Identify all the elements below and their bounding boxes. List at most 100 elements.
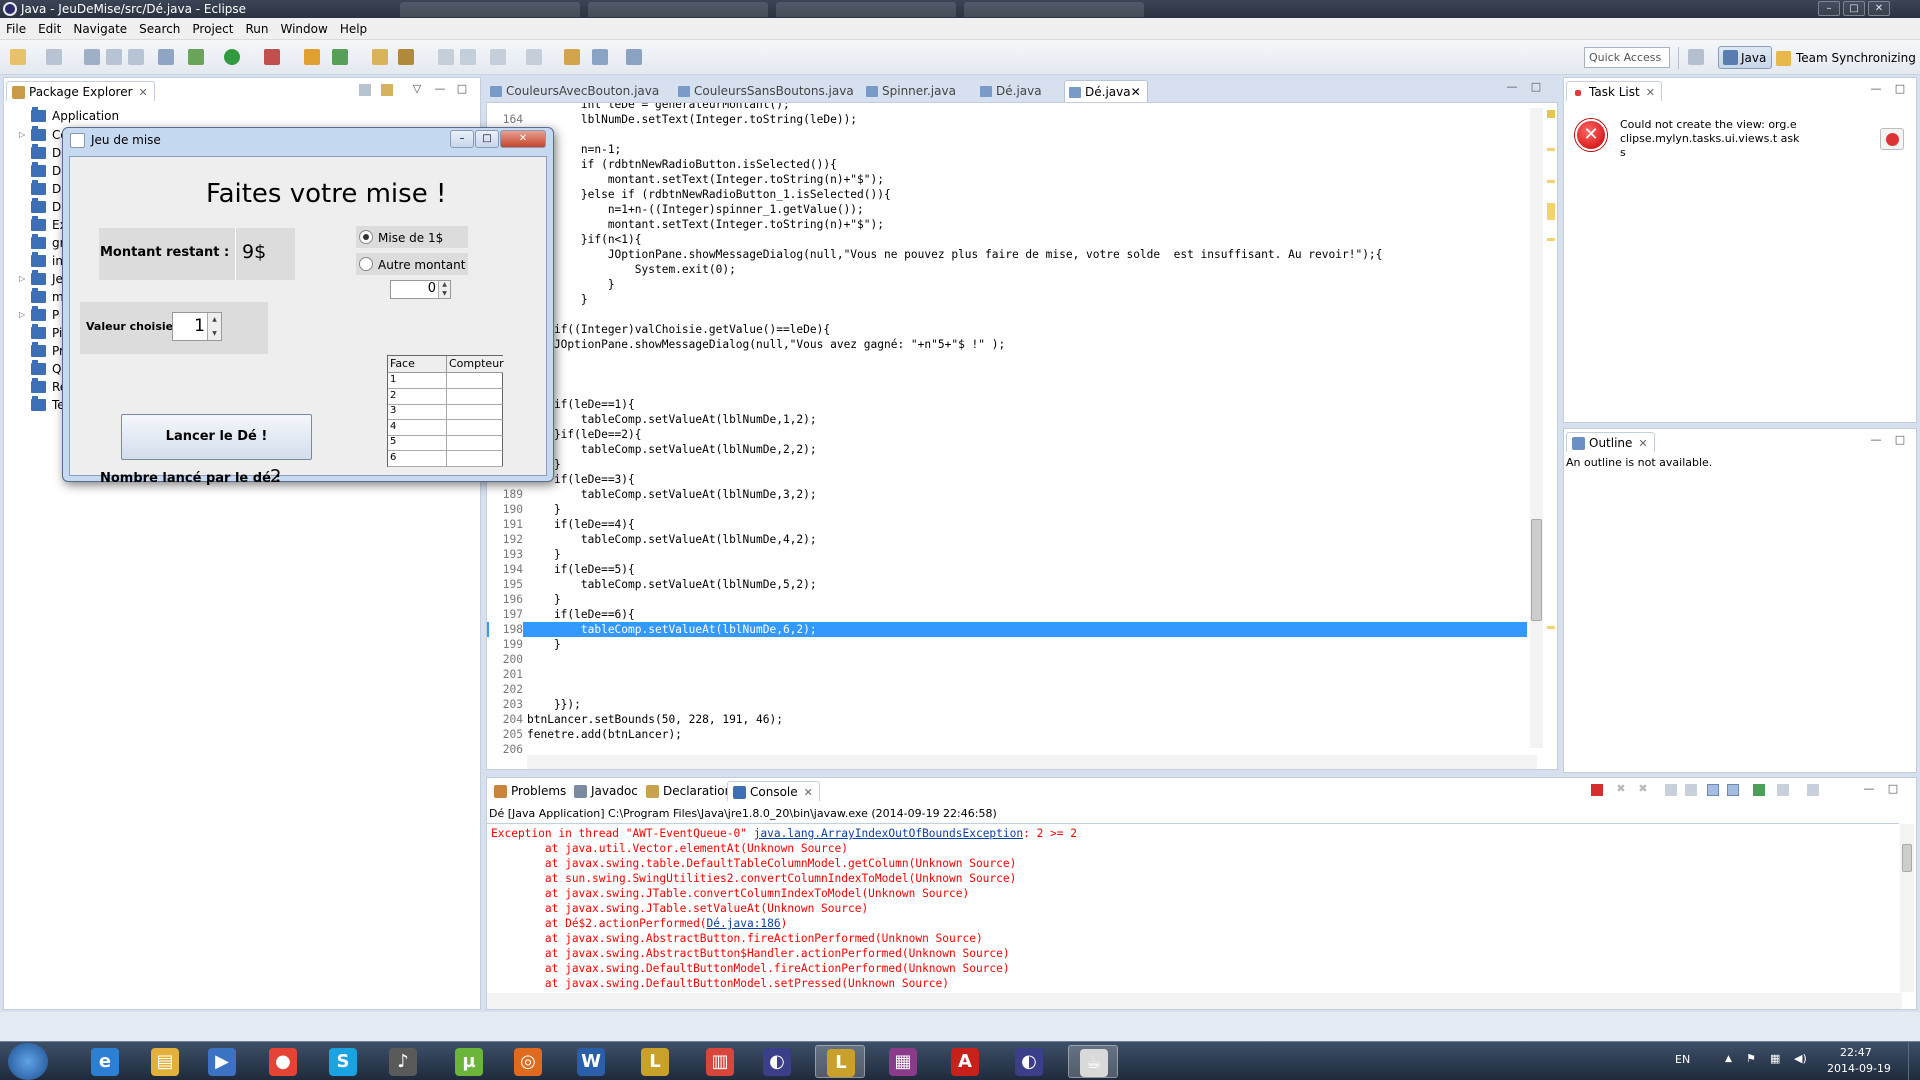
table-cell-compteur[interactable]	[447, 435, 503, 452]
debug-icon[interactable]	[188, 49, 204, 65]
code-line[interactable]	[487, 367, 1527, 382]
toggle-mark-icon[interactable]	[438, 49, 454, 65]
code-line[interactable]: 204 btnLancer.setBounds(50, 228, 191, 46)…	[487, 712, 1527, 727]
code-line[interactable]: 200	[487, 652, 1527, 667]
console-horizontal-scrollbar[interactable]	[487, 993, 1902, 1009]
taskbar-app-java[interactable]: ☕	[1068, 1045, 1118, 1078]
table-cell-compteur[interactable]	[447, 404, 503, 421]
show-hidden-icons-icon[interactable]: ▲	[1725, 1054, 1732, 1064]
table-cell-compteur[interactable]	[447, 451, 503, 467]
close-icon[interactable]: ✕	[1638, 437, 1647, 450]
menu-project[interactable]: Project	[186, 18, 239, 40]
dialog-close-button[interactable]: ✕	[500, 130, 546, 148]
spinner-up-icon[interactable]: ▲	[438, 281, 450, 290]
code-line[interactable]: JOptionPane.showMessageDialog(null,"Vous…	[487, 247, 1527, 262]
code-line[interactable]: n=n-1;	[487, 142, 1527, 157]
code-line[interactable]: 202	[487, 682, 1527, 697]
console-vertical-scrollbar[interactable]	[1900, 824, 1914, 992]
scrollbar-thumb[interactable]	[1531, 519, 1542, 621]
close-icon[interactable]: ✕	[139, 86, 148, 99]
prev-annotation-icon[interactable]	[526, 49, 542, 65]
taskbar-app-winrar[interactable]: ▦	[878, 1045, 928, 1078]
taskbar-app-headphones[interactable]: ◎	[503, 1045, 553, 1078]
code-line[interactable]: 201	[487, 667, 1527, 682]
quick-access-input[interactable]: Quick Access	[1584, 47, 1670, 68]
minimize-view-icon[interactable]: —	[1870, 83, 1882, 96]
menu-search[interactable]: Search	[133, 18, 186, 40]
tab-de-1[interactable]: Dé.java	[976, 80, 1048, 102]
autre-montant-spinner[interactable]: 0 ▲ ▼	[390, 280, 451, 299]
close-icon[interactable]: ✕	[1131, 85, 1141, 99]
taskbar-app-popcorn[interactable]: ▥	[695, 1045, 745, 1078]
tab-de-active[interactable]: Dé.java✕	[1064, 80, 1148, 102]
open-perspective-icon[interactable]	[1688, 49, 1704, 65]
save-icon[interactable]	[84, 49, 100, 65]
code-line[interactable]: JOptionPane.showMessageDialog(null,"Vous…	[487, 337, 1527, 352]
code-line[interactable]: 194 if(leDe==5){	[487, 562, 1527, 577]
code-line[interactable]: 199 }	[487, 637, 1527, 652]
table-cell-face[interactable]: 5	[388, 435, 447, 452]
expand-arrow-icon[interactable]: ▷	[19, 130, 27, 139]
code-line[interactable]: n=1+n-((Integer)spinner_1.getValue());	[487, 202, 1527, 217]
start-button[interactable]	[8, 1043, 48, 1080]
dialog-minimize-button[interactable]: –	[450, 130, 474, 148]
forward-icon[interactable]	[626, 49, 642, 65]
code-line[interactable]: montant.setText(Integer.toString(n)+"$")…	[487, 172, 1527, 187]
code-line[interactable]: 190 }	[487, 502, 1527, 517]
taskbar-app-utorrent[interactable]: µ	[444, 1045, 494, 1078]
code-line[interactable]	[487, 127, 1527, 142]
code-line[interactable]: 195 tableComp.setValueAt(lblNumDe,5,2);	[487, 577, 1527, 592]
new-icon[interactable]	[10, 49, 26, 65]
code-line[interactable]: 193 }	[487, 547, 1527, 562]
team-sync-perspective-button[interactable]: Team Synchronizing	[1776, 47, 1916, 66]
java-perspective-button[interactable]: Java	[1718, 46, 1772, 69]
clear-console-icon[interactable]	[1665, 784, 1677, 796]
source-link[interactable]: Dé.java:186	[707, 917, 781, 930]
tab-couleurssansboutons[interactable]: CouleursSansBoutons.java	[674, 80, 860, 102]
show-console-stdout-icon[interactable]	[1707, 784, 1719, 796]
scroll-lock-icon[interactable]	[1685, 784, 1697, 796]
search-icon[interactable]	[398, 49, 414, 65]
table-cell-face[interactable]: 3	[388, 404, 447, 421]
tab-package-explorer[interactable]: Package Explorer ✕	[6, 81, 155, 101]
collapse-all-icon[interactable]	[359, 84, 371, 96]
taskbar-app-word[interactable]: W	[566, 1045, 616, 1078]
expand-arrow-icon[interactable]: ▷	[19, 310, 27, 319]
dialog-maximize-button[interactable]: □	[475, 130, 499, 148]
remove-all-icon[interactable]: ✖	[1637, 783, 1649, 796]
print-icon[interactable]	[128, 49, 144, 65]
tab-spinner[interactable]: Spinner.java	[862, 80, 962, 102]
taskbar-app-eclipse[interactable]: ◐	[752, 1045, 802, 1078]
minimize-editor-icon[interactable]: —	[1506, 81, 1518, 94]
table-cell-compteur[interactable]	[447, 389, 503, 405]
maximize-button[interactable]: □	[1843, 1, 1865, 16]
minimize-button[interactable]: –	[1818, 1, 1840, 16]
code-line[interactable]: tableComp.setValueAt(lblNumDe,1,2);	[487, 412, 1527, 427]
open-console-icon[interactable]	[1807, 784, 1819, 796]
new-dropdown-icon[interactable]	[46, 49, 62, 65]
tab-declaration[interactable]: Declaration	[641, 781, 738, 801]
link-editor-icon[interactable]	[381, 84, 393, 96]
code-line[interactable]: 205 fenetre.add(btnLancer);	[487, 727, 1527, 742]
tab-task-list[interactable]: Task List ✕	[1566, 81, 1662, 101]
exception-link[interactable]: java.lang.ArrayIndexOutOfBoundsException	[754, 827, 1023, 840]
tab-console[interactable]: Console ✕	[727, 781, 820, 801]
show-console-stderr-icon[interactable]	[1727, 784, 1739, 796]
taskbar-app-internet-explorer[interactable]: e	[80, 1045, 130, 1078]
code-line[interactable]: 196 }	[487, 592, 1527, 607]
taskbar-app-eclipse-alt[interactable]: ♪	[378, 1045, 428, 1078]
code-line[interactable]: 189 tableComp.setValueAt(lblNumDe,3,2);	[487, 487, 1527, 502]
editor-horizontal-scrollbar[interactable]	[527, 755, 1537, 769]
view-menu-icon[interactable]: ▽	[411, 83, 423, 96]
display-console-icon[interactable]	[1777, 784, 1789, 796]
run-icon[interactable]	[224, 49, 240, 65]
table-cell-face[interactable]: 4	[388, 419, 447, 436]
maximize-editor-icon[interactable]: □	[1530, 81, 1542, 94]
expand-arrow-icon[interactable]: ▷	[19, 274, 27, 283]
table-cell-face[interactable]: 6	[388, 451, 447, 467]
remove-launch-icon[interactable]: ✖	[1615, 783, 1627, 796]
code-line[interactable]: }else if (rdbtnNewRadioButton_1.isSelect…	[487, 187, 1527, 202]
code-line[interactable]: }	[487, 352, 1527, 367]
skip-breakpoints-icon[interactable]	[158, 49, 174, 65]
taskbar-app-league-2[interactable]: L	[815, 1045, 865, 1078]
